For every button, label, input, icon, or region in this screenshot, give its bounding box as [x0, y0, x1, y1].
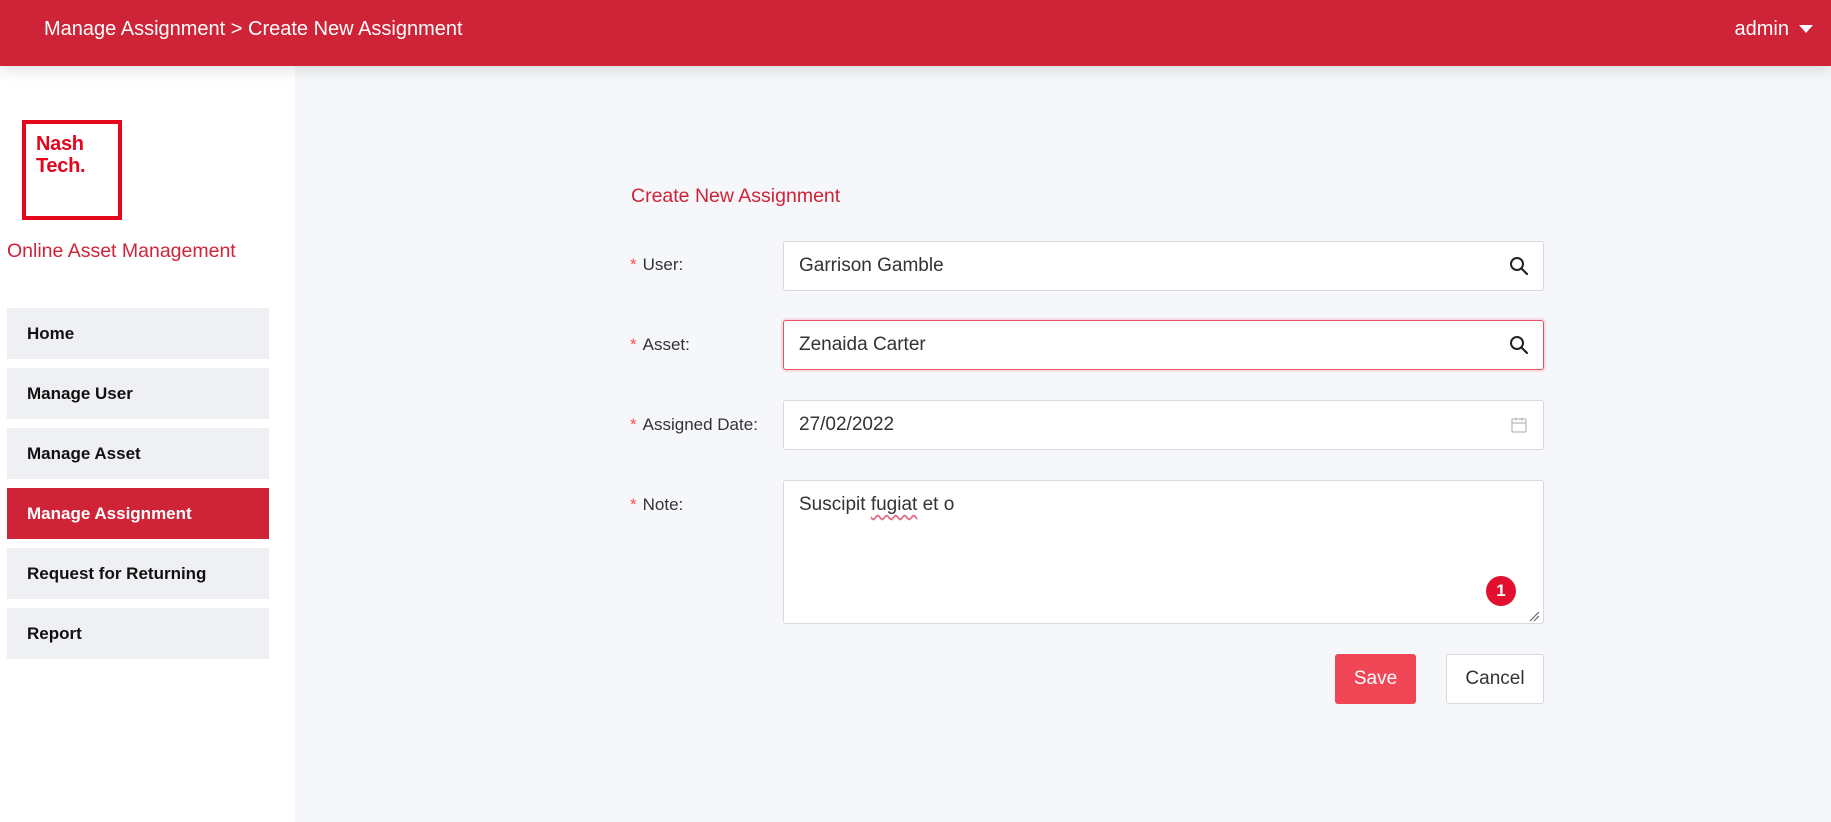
assigned-date-label-text: Assigned Date: — [642, 415, 758, 434]
search-icon[interactable] — [1508, 334, 1530, 356]
required-mark: * — [630, 255, 637, 274]
save-button[interactable]: Save — [1335, 654, 1416, 704]
caret-down-icon — [1799, 25, 1813, 33]
asset-label-text: Asset: — [642, 335, 690, 354]
username: admin — [1734, 18, 1789, 40]
user-label-text: User: — [642, 255, 684, 274]
logo-line1: Nash — [36, 133, 84, 155]
assigned-date-label: * Assigned Date: — [630, 414, 758, 436]
user-value: Garrison Gamble — [799, 255, 944, 276]
nav-item-home[interactable]: Home — [7, 308, 269, 359]
note-text-start: Suscipit — [799, 494, 871, 515]
cancel-button[interactable]: Cancel — [1446, 654, 1544, 704]
nav-item-manage-assignment[interactable]: Manage Assignment — [7, 488, 269, 539]
user-label: * User: — [630, 254, 683, 276]
user-menu[interactable]: admin — [1735, 17, 1813, 41]
calendar-icon[interactable] — [1508, 414, 1530, 436]
nav-item-report[interactable]: Report — [7, 608, 269, 659]
assigned-date-value: 27/02/2022 — [799, 414, 895, 435]
note-textarea[interactable]: Suscipit fugiat et o — [783, 480, 1544, 624]
notification-badge[interactable]: 1 — [1486, 576, 1516, 606]
nav-item-manage-user[interactable]: Manage User — [7, 368, 269, 419]
app-name: Online Asset Management — [7, 240, 236, 262]
sidebar: Nash Tech. Online Asset Management Home … — [0, 66, 295, 822]
user-field[interactable]: Garrison Gamble — [783, 241, 1544, 291]
breadcrumb: Manage Assignment > Create New Assignmen… — [44, 18, 463, 40]
required-mark: * — [630, 335, 637, 354]
note-label: * Note: — [630, 494, 683, 516]
logo-line2: Tech. — [36, 155, 86, 177]
assigned-date-field[interactable]: 27/02/2022 — [783, 400, 1544, 450]
required-mark: * — [630, 415, 637, 434]
search-icon[interactable] — [1508, 255, 1530, 277]
asset-value: Zenaida Carter — [799, 334, 926, 355]
required-mark: * — [630, 495, 637, 514]
resize-handle-icon[interactable] — [1528, 610, 1540, 622]
note-text-end: et o — [917, 494, 955, 515]
asset-label: * Asset: — [630, 334, 690, 356]
nashtech-logo: Nash Tech. — [22, 120, 122, 220]
note-label-text: Note: — [642, 495, 684, 514]
top-bar: Manage Assignment > Create New Assignmen… — [0, 0, 1831, 66]
note-text-misspelled: fugiat — [870, 494, 918, 515]
nav-menu: Home Manage User Manage Asset Manage Ass… — [7, 308, 269, 668]
form-title: Create New Assignment — [631, 185, 841, 207]
asset-field[interactable]: Zenaida Carter — [783, 320, 1544, 370]
nav-item-request-for-returning[interactable]: Request for Returning — [7, 548, 269, 599]
nav-item-manage-asset[interactable]: Manage Asset — [7, 428, 269, 479]
